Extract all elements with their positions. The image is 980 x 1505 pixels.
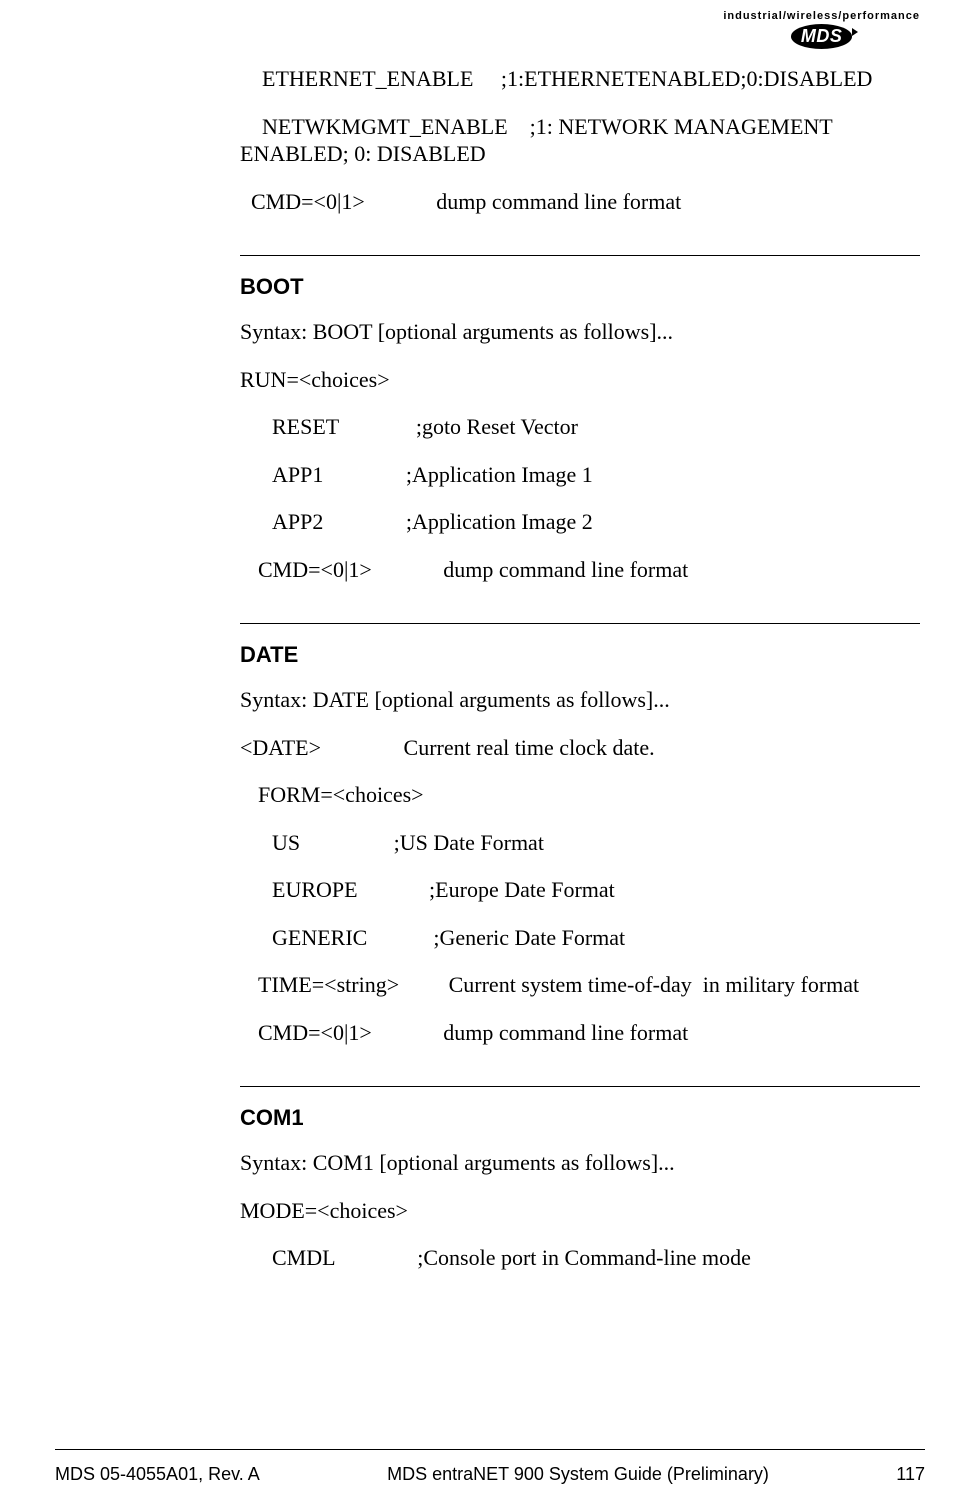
date-form: FORM=<choices>	[240, 781, 920, 809]
ethernet-enable-line: ETHERNET_ENABLE ;1:ETHERNETENABLED;0:DIS…	[240, 65, 920, 93]
date-heading: DATE	[240, 642, 920, 668]
com1-mode: MODE=<choices>	[240, 1197, 920, 1225]
netwkmgmt-enable-line: NETWKMGMT_ENABLE ;1: NETWORK MANAGEMENT …	[240, 113, 920, 168]
boot-opt-reset: RESET ;goto Reset Vector	[240, 413, 920, 441]
page-footer: MDS 05-4055A01, Rev. A MDS entraNET 900 …	[55, 1464, 925, 1485]
logo-mark: MDS	[791, 24, 853, 49]
section-rule-date	[240, 623, 920, 624]
page-content: ETHERNET_ENABLE ;1:ETHERNETENABLED;0:DIS…	[240, 65, 920, 1292]
date-line: <DATE> Current real time clock date.	[240, 734, 920, 762]
date-time: TIME=<string> Current system time-of-day…	[240, 971, 920, 999]
date-opt-europe: EUROPE ;Europe Date Format	[240, 876, 920, 904]
com1-opt-cmdl: CMDL ;Console port in Command-line mode	[240, 1244, 920, 1272]
date-syntax: Syntax: DATE [optional arguments as foll…	[240, 686, 920, 714]
brand-logo: industrial/wireless/performance MDS	[723, 10, 920, 49]
cmd-line-intro: CMD=<0|1> dump command line format	[240, 188, 920, 216]
section-rule-boot	[240, 255, 920, 256]
date-opt-generic: GENERIC ;Generic Date Format	[240, 924, 920, 952]
footer-left: MDS 05-4055A01, Rev. A	[55, 1464, 260, 1485]
section-rule-com1	[240, 1086, 920, 1087]
logo-tagline: industrial/wireless/performance	[723, 10, 920, 22]
boot-cmd: CMD=<0|1> dump command line format	[240, 556, 920, 584]
com1-syntax: Syntax: COM1 [optional arguments as foll…	[240, 1149, 920, 1177]
boot-heading: BOOT	[240, 274, 920, 300]
boot-syntax: Syntax: BOOT [optional arguments as foll…	[240, 318, 920, 346]
boot-opt-app2: APP2 ;Application Image 2	[240, 508, 920, 536]
footer-rule	[55, 1449, 925, 1450]
date-cmd: CMD=<0|1> dump command line format	[240, 1019, 920, 1047]
boot-opt-app1: APP1 ;Application Image 1	[240, 461, 920, 489]
boot-run: RUN=<choices>	[240, 366, 920, 394]
com1-heading: COM1	[240, 1105, 920, 1131]
footer-right: 117	[896, 1464, 925, 1485]
date-opt-us: US ;US Date Format	[240, 829, 920, 857]
footer-center: MDS entraNET 900 System Guide (Prelimina…	[387, 1464, 769, 1485]
